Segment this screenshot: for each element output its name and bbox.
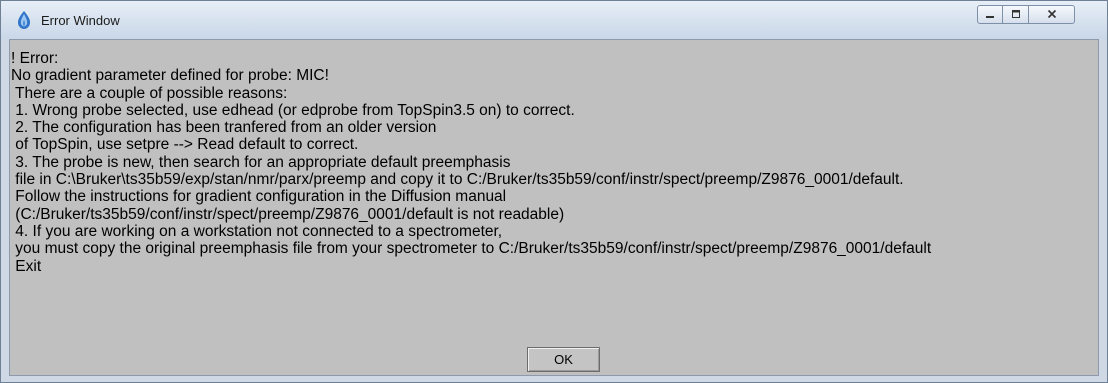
message-line: 3. The probe is new, then search for an …	[11, 153, 511, 171]
message-line: 2. The configuration has been tranfered …	[11, 119, 437, 137]
window-controls	[977, 5, 1075, 24]
message-line: 1. Wrong probe selected, use edhead (or …	[11, 101, 575, 119]
message-line: Follow the instructions for gradient con…	[11, 188, 507, 206]
maximize-button[interactable]	[1003, 5, 1029, 24]
close-button[interactable]	[1029, 5, 1075, 24]
close-icon	[1047, 6, 1057, 24]
error-window: Error Window ! Error: No gradient parame…	[0, 0, 1108, 383]
message-line: No gradient parameter defined for probe:…	[11, 67, 329, 85]
message-line: ! Error:	[11, 50, 59, 67]
message-line: you must copy the original preemphasis f…	[11, 240, 932, 258]
dialog-content: ! Error: No gradient parameter defined f…	[9, 39, 1099, 376]
message-line: There are a couple of possible reasons:	[11, 84, 288, 102]
message-line: (C:/Bruker/ts35b59/conf/instr/spect/pree…	[11, 205, 565, 223]
title-bar[interactable]: Error Window	[1, 1, 1107, 39]
minimize-icon	[985, 6, 995, 24]
topspin-app-icon	[15, 10, 33, 30]
message-line: Exit	[11, 257, 42, 275]
error-message: ! Error: No gradient parameter defined f…	[11, 50, 931, 275]
maximize-icon	[1011, 6, 1021, 24]
minimize-button[interactable]	[977, 5, 1003, 24]
message-line: of TopSpin, use setpre --> Read default …	[11, 136, 359, 154]
message-line: file in C:\Bruker\ts35b59/exp/stan/nmr/p…	[11, 171, 904, 189]
window-title: Error Window	[41, 13, 120, 28]
ok-button[interactable]: OK	[527, 347, 600, 372]
message-line: 4. If you are working on a workstation n…	[11, 222, 503, 240]
